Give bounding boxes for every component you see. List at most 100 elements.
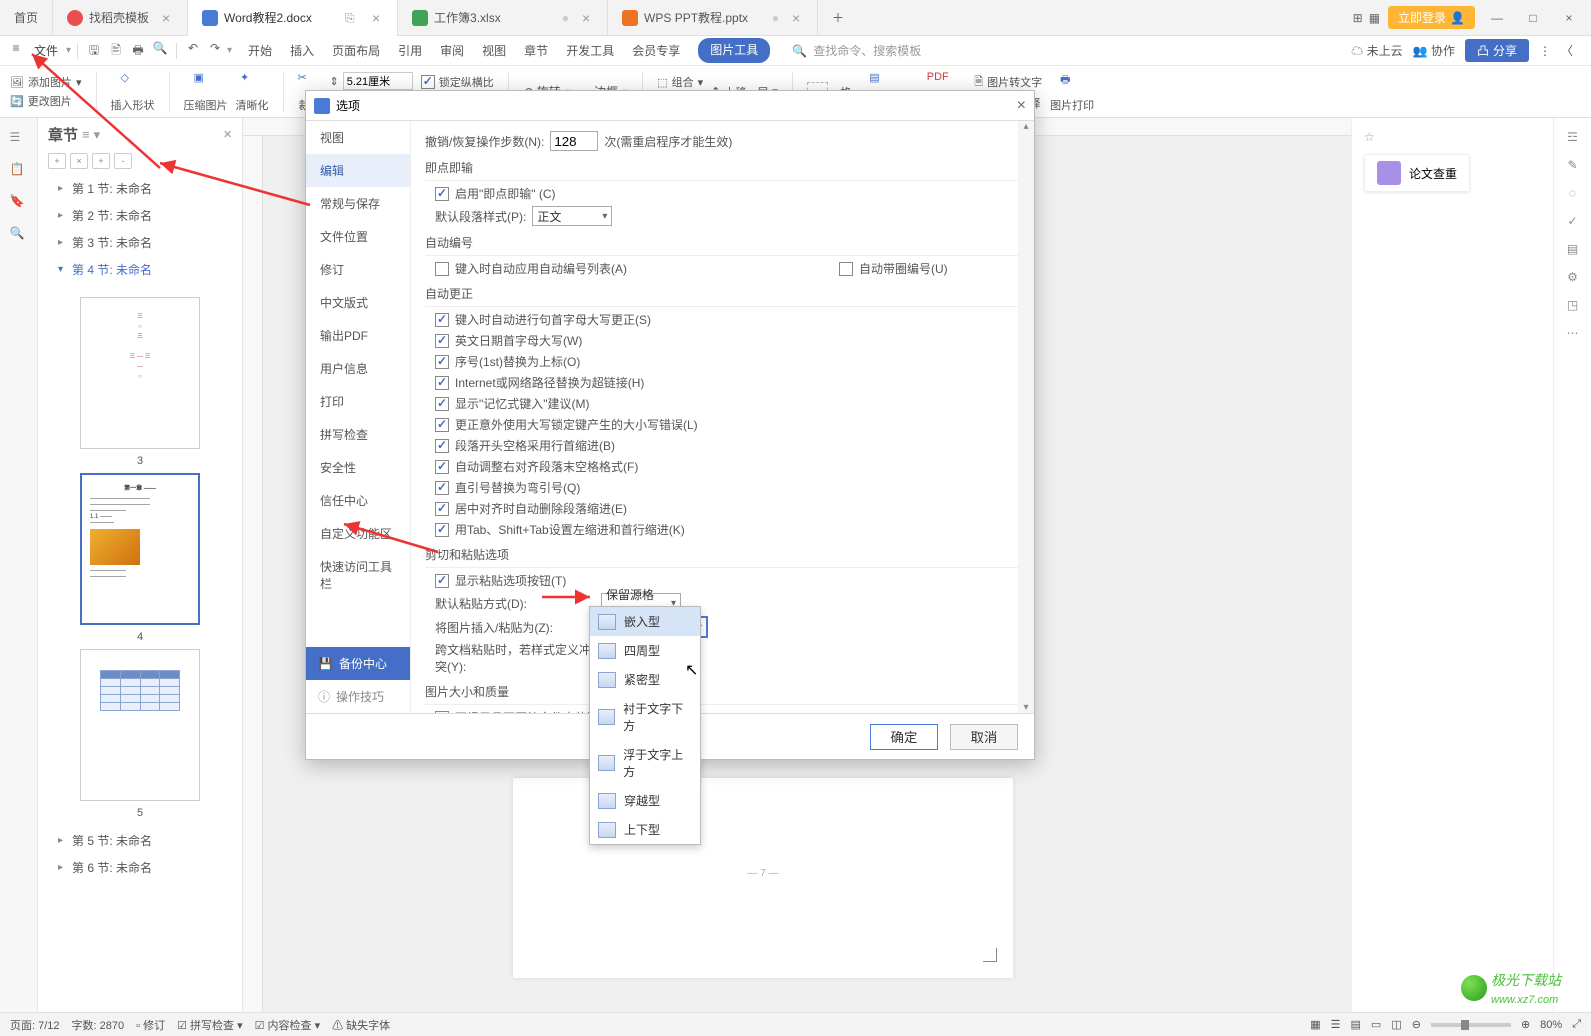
thumb-page-3[interactable]: 三○三三 — 三—○ xyxy=(80,297,200,449)
share-button[interactable]: 凸 分享 xyxy=(1465,39,1529,62)
lockratio-checkbox[interactable] xyxy=(421,75,435,89)
undo-steps-input[interactable] xyxy=(550,131,598,151)
ribtab-layout[interactable]: 页面布局 xyxy=(332,38,380,63)
view-print-icon[interactable]: ▦ xyxy=(1310,1018,1320,1031)
dd-item-inline[interactable]: 嵌入型 xyxy=(590,607,700,636)
chk-au8[interactable] xyxy=(435,481,449,495)
tab-word-doc[interactable]: Word教程2.docx ⎘ × xyxy=(188,0,398,36)
chk-au2[interactable] xyxy=(435,355,449,369)
chk-au1[interactable] xyxy=(435,334,449,348)
dlg-side-user[interactable]: 用户信息 xyxy=(306,352,410,385)
tab-new[interactable]: ＋ xyxy=(818,0,858,36)
chk-showpaste[interactable] xyxy=(435,574,449,588)
rr-4[interactable]: ✓ xyxy=(1567,214,1577,228)
navbtn-3[interactable]: + xyxy=(92,153,110,169)
navbtn-2[interactable]: × xyxy=(70,153,88,169)
ribtab-picture-tools[interactable]: 图片工具 xyxy=(698,38,770,63)
pic-print-button[interactable]: 🖶图片打印 xyxy=(1050,71,1094,113)
navbtn-1[interactable]: + xyxy=(48,153,66,169)
thumb-page-4[interactable]: 第一章 —— —————————————————————————— 1.1 ——… xyxy=(80,473,200,625)
combine-button[interactable]: ⬚组合▾ xyxy=(657,74,703,90)
close-icon[interactable]: × xyxy=(369,11,383,25)
dlg-side-print[interactable]: 打印 xyxy=(306,385,410,418)
login-button[interactable]: 立即登录👤 xyxy=(1388,6,1475,29)
status-spell[interactable]: ☑ 拼写检查 ▾ xyxy=(177,1017,243,1033)
chk-au5[interactable] xyxy=(435,418,449,432)
ribtab-vip[interactable]: 会员专享 xyxy=(632,38,680,63)
maximize-icon[interactable]: □ xyxy=(1519,4,1547,32)
status-page[interactable]: 页面: 7/12 xyxy=(10,1017,60,1033)
ribtab-insert[interactable]: 插入 xyxy=(290,38,314,63)
ruler-vertical[interactable] xyxy=(243,136,263,1012)
tab-ppt[interactable]: WPS PPT教程.pptx ● × xyxy=(608,0,818,36)
chk-nocompress[interactable] xyxy=(435,711,449,714)
height-input[interactable] xyxy=(343,72,413,90)
nav-item-4[interactable]: ▾第 4 节: 未命名 xyxy=(38,256,242,283)
chk-autolist[interactable] xyxy=(435,262,449,276)
close-icon[interactable]: × xyxy=(789,11,803,25)
rr-6[interactable]: ⚙ xyxy=(1567,270,1578,284)
dlg-side-chinese[interactable]: 中文版式 xyxy=(306,286,410,319)
insert-shape-button[interactable]: ◇插入形状 xyxy=(111,71,155,113)
dlg-side-edit[interactable]: 编辑 xyxy=(306,154,410,187)
chk-au4[interactable] xyxy=(435,397,449,411)
command-search[interactable]: 查找命令、搜索模板 xyxy=(813,42,921,59)
hamburger-icon[interactable]: ≡ xyxy=(6,41,26,61)
tab-xlsx[interactable]: 工作簿3.xlsx ● × xyxy=(398,0,608,36)
pic-to-text-button[interactable]: 🗎图片转文字 xyxy=(974,73,1042,92)
chk-au10[interactable] xyxy=(435,523,449,537)
nav-item-3[interactable]: ▸第 3 节: 未命名 xyxy=(38,229,242,256)
combo-para-style[interactable]: 正文 xyxy=(532,206,612,226)
dd-item-tight[interactable]: 紧密型 xyxy=(590,665,700,694)
backup-center-button[interactable]: 💾备份中心 xyxy=(306,647,410,680)
save-icon[interactable]: 🖫 xyxy=(84,41,104,61)
status-content[interactable]: ☑ 内容检查 ▾ xyxy=(255,1017,321,1033)
dlg-side-customize[interactable]: 自定义功能区 xyxy=(306,517,410,550)
chevron-down-icon[interactable]: ▾ xyxy=(227,45,232,56)
rr-7[interactable]: ◳ xyxy=(1567,298,1578,312)
zoom-value[interactable]: 80% xyxy=(1540,1019,1562,1031)
add-picture-button[interactable]: 🖼添加图片 ▾ xyxy=(10,74,82,90)
collapse-icon[interactable]: 〈 xyxy=(1561,42,1573,59)
ribtab-dev[interactable]: 开发工具 xyxy=(566,38,614,63)
chk-circle[interactable] xyxy=(839,262,853,276)
view-web-icon[interactable]: ▤ xyxy=(1351,1018,1361,1031)
view-split-icon[interactable]: ◫ xyxy=(1391,1018,1401,1031)
dd-item-square[interactable]: 四周型 xyxy=(590,636,700,665)
ok-button[interactable]: 确定 xyxy=(870,724,938,750)
preview-icon[interactable]: 🔍 xyxy=(150,41,170,61)
status-revise[interactable]: ▫ 修订 xyxy=(136,1017,165,1033)
change-picture-button[interactable]: 🔄更改图片 xyxy=(10,93,82,109)
ribtab-chapter[interactable]: 章节 xyxy=(524,38,548,63)
close-icon[interactable]: × xyxy=(579,11,593,25)
ribtab-ref[interactable]: 引用 xyxy=(398,38,422,63)
rr-5[interactable]: ▤ xyxy=(1567,242,1578,256)
no-cloud[interactable]: ☁ 未上云 xyxy=(1351,42,1402,59)
bookmark-icon[interactable]: 🔖 xyxy=(10,194,28,212)
chk-au7[interactable] xyxy=(435,460,449,474)
navbtn-4[interactable]: - xyxy=(114,153,132,169)
nav-item-2[interactable]: ▸第 2 节: 未命名 xyxy=(38,202,242,229)
nav-settings-icon[interactable]: ≡ xyxy=(82,127,90,142)
essay-check-button[interactable]: 论文查重 xyxy=(1364,154,1470,192)
rr-2[interactable]: ✎ xyxy=(1567,158,1577,172)
compress-button[interactable]: ▣压缩图片 xyxy=(184,71,228,113)
dlg-side-spell[interactable]: 拼写检查 xyxy=(306,418,410,451)
window-close-icon[interactable]: × xyxy=(1555,4,1583,32)
tab-daoke[interactable]: 找稻壳模板 × xyxy=(53,0,188,36)
minimize-icon[interactable]: — xyxy=(1483,4,1511,32)
dlg-side-trust[interactable]: 信任中心 xyxy=(306,484,410,517)
nav-dropdown-icon[interactable]: ▾ xyxy=(94,127,101,143)
nav-item-6[interactable]: ▸第 6 节: 未命名 xyxy=(38,854,242,881)
clarity-button[interactable]: ✦清晰化 xyxy=(236,71,269,113)
dlg-side-revise[interactable]: 修订 xyxy=(306,253,410,286)
chk-clicktype[interactable] xyxy=(435,187,449,201)
search-icon[interactable]: 🔍 xyxy=(10,226,28,244)
nav-item-5[interactable]: ▸第 5 节: 未命名 xyxy=(38,827,242,854)
dialog-close-icon[interactable]: × xyxy=(1017,97,1026,115)
chk-au6[interactable] xyxy=(435,439,449,453)
rr-3[interactable]: ◌ xyxy=(1569,186,1576,200)
structure-icon[interactable]: ☰ xyxy=(10,130,28,148)
more-icon[interactable]: ⋮ xyxy=(1539,44,1551,58)
grid2-icon[interactable]: ▦ xyxy=(1369,11,1380,25)
